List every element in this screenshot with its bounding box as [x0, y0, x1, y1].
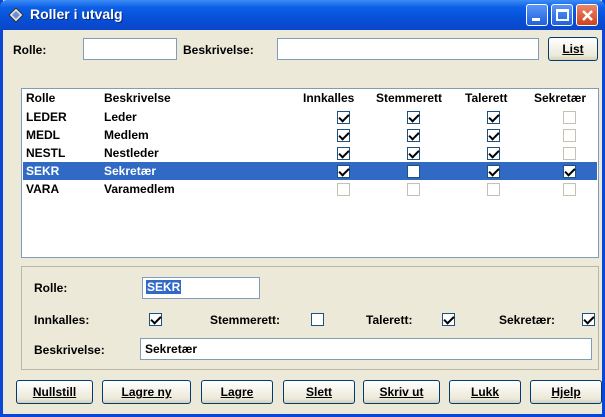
table-row[interactable]: VARA Varamedlem	[23, 180, 597, 198]
column-header-rolle[interactable]: Rolle	[26, 91, 55, 105]
detail-beskrivelse-input[interactable]	[140, 338, 592, 360]
roles-table[interactable]: Rolle Beskrivelse Innkalles Stemmerett T…	[21, 88, 599, 258]
cell-stemmerett-checkbox[interactable]	[407, 183, 420, 196]
cell-beskrivelse: Nestleder	[104, 146, 159, 160]
cell-sekretaer-checkbox[interactable]	[563, 165, 576, 178]
cell-talerett-checkbox[interactable]	[487, 183, 500, 196]
minimize-icon	[532, 18, 540, 21]
list-button[interactable]: List	[548, 37, 598, 61]
close-button[interactable]	[576, 4, 598, 26]
cell-talerett-checkbox[interactable]	[487, 147, 500, 160]
cell-rolle: MEDL	[26, 128, 60, 142]
detail-rolle-label: Rolle:	[34, 281, 68, 295]
detail-talerett-checkbox[interactable]	[442, 313, 455, 326]
skriv-ut-button[interactable]: Skriv ut	[363, 380, 440, 404]
table-row[interactable]: NESTL Nestleder	[23, 144, 597, 162]
cell-rolle: VARA	[26, 182, 60, 196]
filter-rolle-input[interactable]	[83, 38, 177, 60]
title-bar[interactable]: Roller i utvalg	[0, 0, 605, 30]
detail-talerett-label: Talerett:	[366, 313, 413, 327]
app-window: Roller i utvalg Rolle: Beskrivelse: List…	[0, 0, 605, 417]
detail-stemmerett-checkbox[interactable]	[311, 313, 324, 326]
detail-sekretaer-label: Sekretær:	[499, 313, 556, 327]
lagre-button[interactable]: Lagre	[201, 380, 273, 404]
detail-stemmerett-label: Stemmerett:	[210, 313, 281, 327]
column-header-innkalles[interactable]: Innkalles	[303, 91, 354, 105]
cell-beskrivelse: Leder	[104, 110, 137, 124]
cell-talerett-checkbox[interactable]	[487, 111, 500, 124]
cell-stemmerett-checkbox[interactable]	[407, 147, 420, 160]
cell-innkalles-checkbox[interactable]	[337, 129, 350, 142]
detail-panel: Rolle: SEKR Innkalles: Stemmerett: Taler…	[21, 266, 599, 370]
window-title: Roller i utvalg	[30, 6, 123, 22]
cell-innkalles-checkbox[interactable]	[337, 147, 350, 160]
filter-rolle-label: Rolle:	[13, 43, 47, 57]
column-header-sekretaer[interactable]: Sekretær	[534, 91, 586, 105]
minimize-button[interactable]	[526, 4, 548, 26]
cell-sekretaer-checkbox[interactable]	[563, 129, 576, 142]
cell-sekretaer-checkbox[interactable]	[563, 147, 576, 160]
table-row[interactable]: MEDL Medlem	[23, 126, 597, 144]
lukk-button[interactable]: Lukk	[449, 380, 521, 404]
maximize-button[interactable]	[551, 4, 573, 26]
cell-talerett-checkbox[interactable]	[487, 165, 500, 178]
filter-beskrivelse-input[interactable]	[277, 38, 539, 60]
column-header-beskrivelse[interactable]: Beskrivelse	[104, 91, 171, 105]
table-row-selected[interactable]: SEKR Sekretær	[23, 162, 597, 180]
cell-sekretaer-checkbox[interactable]	[563, 183, 576, 196]
column-header-talerett[interactable]: Talerett	[465, 91, 507, 105]
cell-beskrivelse: Medlem	[104, 128, 149, 142]
cell-innkalles-checkbox[interactable]	[337, 111, 350, 124]
maximize-icon	[556, 9, 569, 21]
cell-beskrivelse: Varamedlem	[104, 182, 175, 196]
cell-sekretaer-checkbox[interactable]	[563, 111, 576, 124]
column-header-stemmerett[interactable]: Stemmerett	[376, 91, 442, 105]
detail-rolle-value: SEKR	[146, 280, 182, 294]
slett-button[interactable]: Slett	[283, 380, 355, 404]
cell-stemmerett-checkbox[interactable]	[407, 165, 420, 178]
hjelp-button[interactable]: Hjelp	[530, 380, 602, 404]
cell-rolle: NESTL	[26, 146, 66, 160]
detail-beskrivelse-label: Beskrivelse:	[34, 343, 105, 357]
filter-beskrivelse-label: Beskrivelse:	[183, 43, 254, 57]
nullstill-button[interactable]: Nullstill	[16, 380, 93, 404]
cell-innkalles-checkbox[interactable]	[337, 165, 350, 178]
cell-rolle: LEDER	[26, 110, 67, 124]
cell-talerett-checkbox[interactable]	[487, 129, 500, 142]
lagre-ny-button[interactable]: Lagre ny	[102, 380, 191, 404]
table-row[interactable]: LEDER Leder	[23, 108, 597, 126]
cell-stemmerett-checkbox[interactable]	[407, 129, 420, 142]
cell-rolle: SEKR	[26, 164, 60, 178]
cell-beskrivelse: Sekretær	[104, 164, 157, 178]
cell-stemmerett-checkbox[interactable]	[407, 111, 420, 124]
detail-sekretaer-checkbox[interactable]	[582, 313, 595, 326]
app-icon	[8, 7, 24, 23]
close-icon	[582, 10, 593, 21]
detail-innkalles-checkbox[interactable]	[149, 313, 162, 326]
detail-innkalles-label: Innkalles:	[34, 313, 90, 327]
cell-innkalles-checkbox[interactable]	[337, 183, 350, 196]
